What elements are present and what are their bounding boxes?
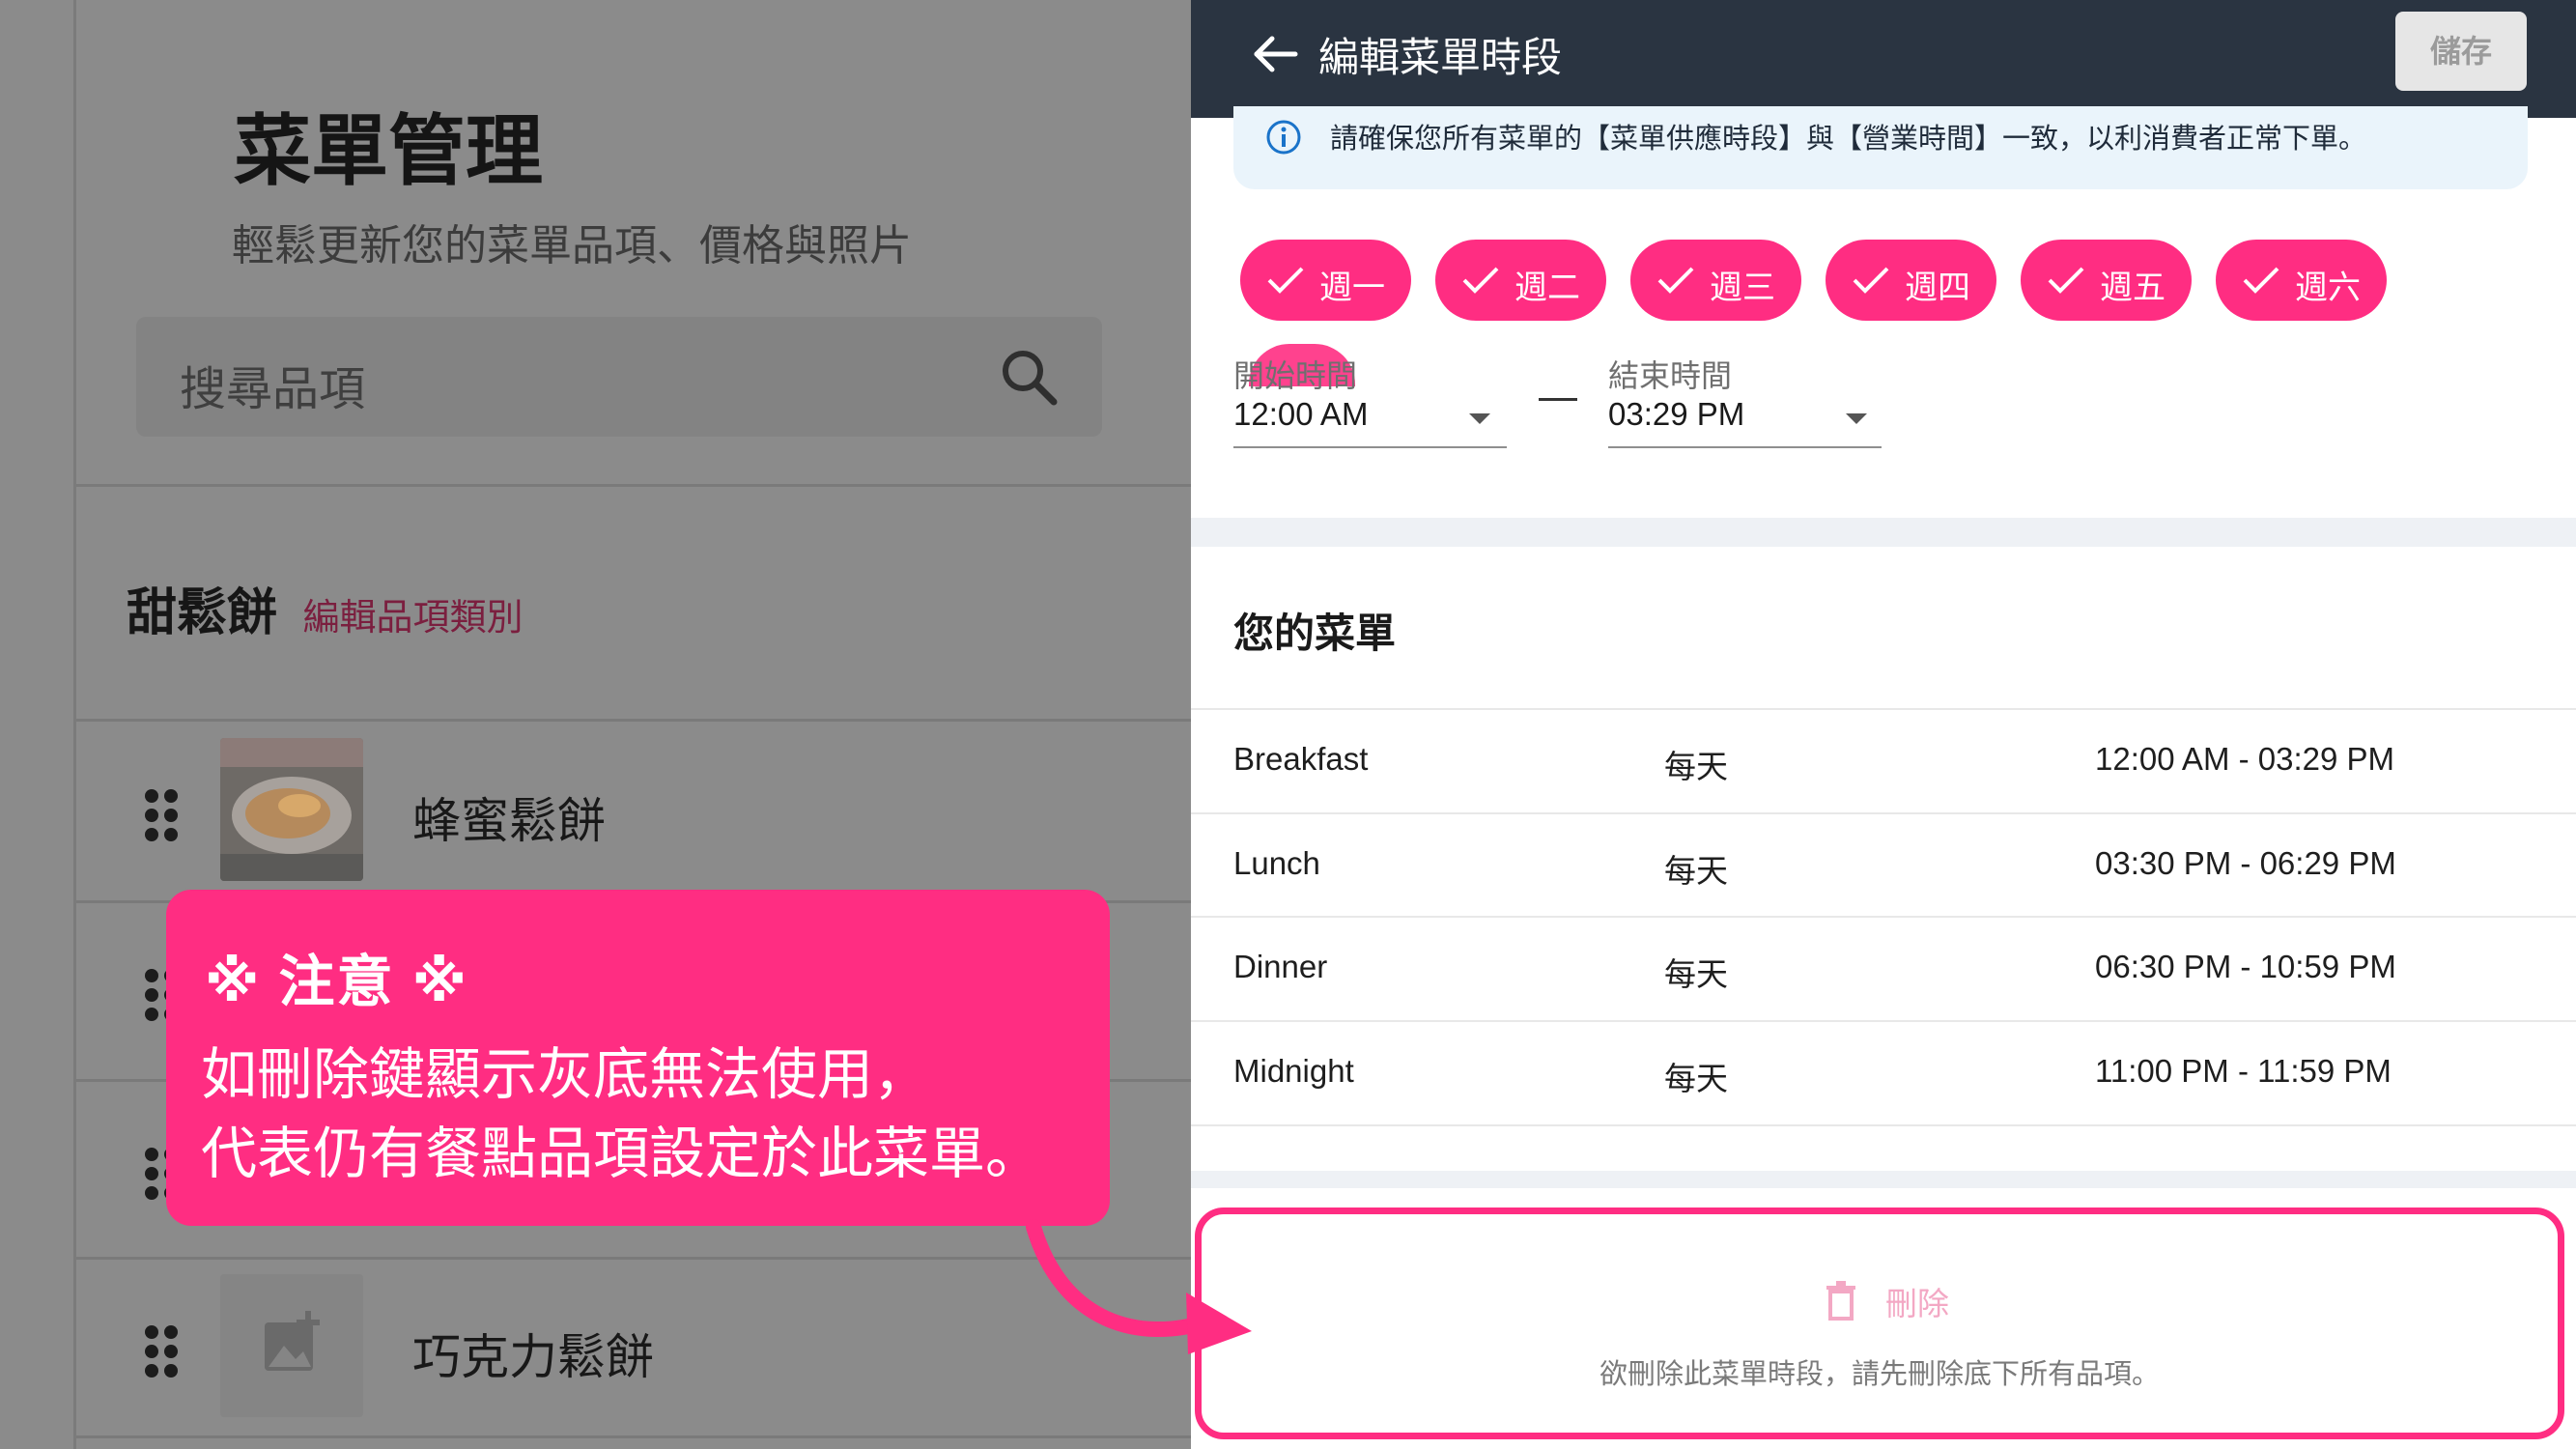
panel-title: 編輯菜單時段: [1318, 35, 1563, 80]
day-chip-monday[interactable]: 週一: [1240, 240, 1411, 321]
category-header: 甜鬆餅 編輯品項類別: [127, 572, 523, 644]
menu-name: Dinner: [1233, 949, 1328, 984]
day-chip-saturday[interactable]: 週六: [2216, 240, 2387, 321]
delete-section-highlight: 刪除 欲刪除此菜單時段，請先刪除底下所有品項。: [1195, 1208, 2564, 1439]
day-chip-label: 週三: [1710, 270, 1775, 306]
end-time-underline: [1608, 446, 1882, 448]
list-item[interactable]: 蜂蜜鬆餅: [76, 723, 1191, 901]
note-callout: ※ 注意 ※ 如刪除鍵顯示灰底無法使用， 代表仍有餐點品項設定於此菜單。: [166, 890, 1110, 1226]
note-line-1: 如刪除鍵顯示灰底無法使用，: [201, 1043, 930, 1106]
start-time-select[interactable]: 12:00 AM: [1233, 396, 1368, 433]
end-time-select[interactable]: 03:29 PM: [1608, 396, 1744, 433]
chevron-down-icon[interactable]: [1846, 413, 1867, 424]
time-range-dash: [1539, 398, 1577, 401]
pointer-arrow: [1026, 1219, 1252, 1354]
check-icon: [1462, 267, 1499, 294]
section-divider: [1191, 1171, 2576, 1188]
section-divider: [1191, 518, 2576, 547]
day-chip-tuesday[interactable]: 週二: [1435, 240, 1606, 321]
day-chip-friday[interactable]: 週五: [2021, 240, 2192, 321]
table-row[interactable]: Breakfast 每天 12:00 AM - 03:29 PM: [1191, 708, 2576, 812]
note-line-2: 代表仍有餐點品項設定於此菜單。: [201, 1122, 1042, 1185]
day-chip-label: 週四: [1905, 270, 1970, 306]
check-icon: [2243, 267, 2279, 294]
menu-days: 每天: [1664, 1061, 1728, 1096]
search-input[interactable]: 搜尋品項: [136, 317, 1102, 437]
edit-menu-period-panel: 編輯菜單時段 儲存 請確保您所有菜單的【菜單供應時段】與【營業時間】一致，以利消…: [1191, 0, 2576, 1449]
info-text: 請確保您所有菜單的【菜單供應時段】與【營業時間】一致，以利消費者正常下單。: [1330, 124, 2367, 155]
day-chip-thursday[interactable]: 週四: [1826, 240, 1996, 321]
category-name: 甜鬆餅: [127, 585, 278, 641]
back-arrow-icon[interactable]: [1251, 35, 1299, 73]
day-chip-label: 週五: [2100, 270, 2166, 306]
note-heading: ※ 注意 ※: [205, 951, 469, 1013]
search-icon[interactable]: [998, 346, 1060, 408]
trash-icon: [1826, 1281, 1855, 1321]
page-subtitle: 輕鬆更新您的菜單品項、價格與照片: [232, 222, 912, 270]
day-chip-label: 週六: [2295, 270, 2361, 306]
table-row[interactable]: Lunch 每天 03:30 PM - 06:29 PM: [1191, 812, 2576, 917]
end-time-label: 結束時間: [1608, 358, 1733, 393]
info-icon: [1266, 120, 1301, 155]
chevron-down-icon[interactable]: [1469, 413, 1490, 424]
divider: [76, 484, 1191, 487]
menu-days: 每天: [1664, 749, 1728, 784]
save-button[interactable]: 儲存: [2395, 12, 2527, 91]
item-name: 蜂蜜鬆餅: [412, 794, 606, 848]
info-banner: 請確保您所有菜單的【菜單供應時段】與【營業時間】一致，以利消費者正常下單。: [1233, 106, 2528, 189]
start-time-underline: [1233, 446, 1507, 448]
menu-management-panel: 菜單管理 輕鬆更新您的菜單品項、價格與照片 搜尋品項 甜鬆餅 編輯品項類別 蜂蜜…: [0, 0, 1191, 1449]
divider: [76, 1435, 1191, 1438]
day-chip-wednesday[interactable]: 週三: [1630, 240, 1801, 321]
check-icon: [1853, 267, 1889, 294]
menu-time: 11:00 PM - 11:59 PM: [2095, 1053, 2392, 1089]
item-name: 巧克力鬆餅: [412, 1330, 654, 1384]
day-chip-label: 週二: [1514, 270, 1580, 306]
delete-hint: 欲刪除此菜單時段，請先刪除底下所有品項。: [1599, 1359, 2160, 1390]
day-chip-label: 週一: [1319, 270, 1385, 306]
menu-name: Midnight: [1233, 1053, 1354, 1089]
search-placeholder: 搜尋品項: [180, 364, 366, 415]
delete-button[interactable]: 刪除: [1885, 1278, 1949, 1324]
table-row[interactable]: Dinner 每天 06:30 PM - 10:59 PM: [1191, 916, 2576, 1020]
food-photo: [220, 738, 363, 881]
drag-handle-icon[interactable]: [144, 788, 179, 842]
top-bar: 編輯菜單時段 儲存: [1191, 0, 2576, 118]
menu-time: 03:30 PM - 06:29 PM: [2095, 845, 2396, 881]
edit-category-link[interactable]: 編輯品項類別: [302, 598, 523, 639]
table-row[interactable]: Midnight 每天 11:00 PM - 11:59 PM: [1191, 1020, 2576, 1126]
menu-days: 每天: [1664, 956, 1728, 992]
divider: [76, 719, 1191, 722]
menu-name: Lunch: [1233, 845, 1320, 881]
start-time-label: 開始時間: [1233, 358, 1358, 393]
add-photo-icon[interactable]: [220, 1274, 363, 1417]
menu-time: 12:00 AM - 03:29 PM: [2095, 741, 2395, 777]
menu-days: 每天: [1664, 853, 1728, 889]
check-icon: [2048, 267, 2084, 294]
menus-heading: 您的菜單: [1233, 611, 1397, 656]
menu-name: Breakfast: [1233, 741, 1369, 777]
check-icon: [1267, 267, 1304, 294]
menu-time: 06:30 PM - 10:59 PM: [2095, 949, 2396, 984]
check-icon: [1657, 267, 1694, 294]
drag-handle-icon[interactable]: [144, 1324, 179, 1378]
page-title: 菜單管理: [234, 108, 543, 194]
